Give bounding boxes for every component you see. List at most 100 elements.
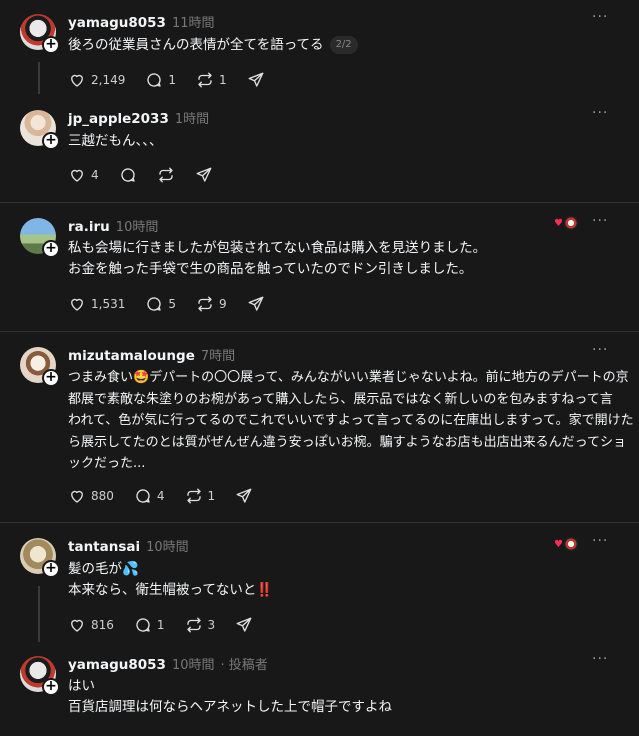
reply-count: 4 [156,489,165,503]
reply-icon [136,489,150,503]
more-icon[interactable]: ··· [592,651,608,667]
action-bar: 4 [68,165,233,185]
username[interactable]: tantansai [68,539,140,555]
share-icon [236,617,252,632]
avatar[interactable]: + [20,14,60,54]
post-line: われて、色が気に行ってるのでこれでいいですよって言ってるのに在庫出しますって。家… [68,413,634,428]
follow-plus-icon[interactable]: + [42,132,60,150]
author-liked-badge: ♥ [554,216,578,230]
share-button[interactable] [247,295,265,313]
post-line: 三越だもん、、、 [68,133,163,149]
repost-icon [158,167,173,183]
avatar[interactable]: + [20,538,60,578]
follow-plus-icon[interactable]: + [42,240,60,258]
like-count: 816 [91,618,114,632]
author-avatar-icon [563,537,578,551]
repost-count: 1 [207,489,216,503]
like-button[interactable]: 816 [68,616,114,634]
share-button[interactable] [195,166,213,184]
avatar[interactable]: + [20,656,60,696]
repost-button[interactable]: 3 [185,616,216,634]
post-text: 後ろの従業員さんの表情が全てを語ってる 2/2 [68,35,608,56]
follow-plus-icon[interactable]: + [42,369,60,387]
post-line: ら展示してたのとは質がぜんぜん違う安っぽいお椀。騙すようなお店も出店出来るんだっ… [68,434,626,450]
share-button[interactable] [235,487,253,505]
repost-button[interactable]: 9 [196,295,227,313]
repost-count: 9 [219,297,227,311]
post-line: 百貨店調理は何ならヘアネットした上で帽子ですよね [68,699,392,715]
action-bar: 1,531 5 9 [68,294,285,314]
more-icon[interactable]: ··· [592,342,608,358]
like-button[interactable]: 880 [68,487,114,505]
repost-count: 1 [219,73,227,87]
reply-count: 5 [168,297,176,311]
timestamp: 10時間 [146,540,189,555]
reply-button[interactable]: 1 [145,71,176,89]
username[interactable]: yamagu8053 [68,15,166,31]
username[interactable]: jp_apple2033 [68,111,169,127]
reply-icon [147,73,162,87]
reply-button[interactable]: 4 [134,487,165,505]
like-button[interactable]: 1,531 [68,295,125,313]
action-bar: 816 1 3 [68,615,273,635]
like-button[interactable]: 4 [68,166,99,184]
post-line: 本来なら、衛生帽被ってないと‼️ [68,582,274,598]
avatar[interactable]: + [20,218,60,258]
heart-icon [71,490,83,503]
like-button[interactable]: 2,149 [68,71,125,89]
share-icon [236,488,252,503]
share-button[interactable] [235,616,253,634]
follow-plus-icon[interactable]: + [42,678,60,696]
post-line: 私も会場に行きましたが包装されてない食品は購入を見送りました。 [68,240,487,256]
share-icon [196,167,212,182]
repost-count: 3 [207,618,216,632]
username[interactable]: ra.iru [68,219,110,235]
avatar[interactable]: + [20,347,60,387]
thread-connector [38,62,40,94]
thread-connector [38,586,40,642]
more-icon[interactable]: ··· [592,213,608,229]
reply-button[interactable]: 1 [134,616,165,634]
post-text: 私も会場に行きましたが包装されてない食品は購入を見送りました。 お金を触った手袋… [68,238,608,280]
post-line: 後ろの従業員さんの表情が全てを語ってる [68,37,324,53]
action-bar: 2,149 1 1 [68,70,285,90]
heart-icon: ♥ [554,538,563,550]
more-icon[interactable]: ··· [592,105,608,121]
like-count: 880 [91,489,114,503]
username[interactable]: yamagu8053 [68,657,166,673]
share-icon [248,72,264,87]
post-line: ックだった... [68,456,146,471]
timestamp: 1時間 [174,112,210,127]
more-icon[interactable]: ··· [592,533,608,549]
post-header: mizutamalounge 7時間 [68,345,235,364]
heart-icon [71,74,83,87]
repost-button[interactable]: 1 [196,71,227,89]
post-header: tantansai 10時間 [68,536,189,555]
post-line: はい [68,678,95,694]
username[interactable]: mizutamalounge [68,348,195,364]
reply-button[interactable]: 5 [145,295,176,313]
post-line: 髪の毛が💦 [68,561,139,577]
author-avatar-icon [563,216,578,230]
follow-plus-icon[interactable]: + [42,36,60,54]
repost-button[interactable]: 1 [185,487,216,505]
share-button[interactable] [247,71,265,89]
reply-count: 1 [156,618,165,632]
more-icon[interactable]: ··· [592,9,608,25]
follow-plus-icon[interactable]: + [42,560,60,578]
post-line: お金を触った手袋で生の商品を触っていたのでドン引きしました。 [68,261,473,277]
share-icon [248,296,264,311]
reply-count: 1 [168,73,176,87]
like-count: 1,531 [91,297,126,311]
reply-button[interactable] [119,166,137,184]
divider [0,331,639,332]
like-count: 2,149 [91,73,126,87]
post-text: つまみ食い🤩デパートの〇〇展って、みんながいい業者じゃないよね。前に地方のデパー… [68,367,634,475]
repost-button[interactable] [157,166,175,184]
action-bar: 880 4 1 [68,486,273,506]
post-header: yamagu8053 11時間 [68,12,214,31]
avatar[interactable]: + [20,110,60,150]
divider [0,202,639,203]
heart-icon [71,298,83,311]
post-header: yamagu8053 10時間 · 投稿者 [68,654,268,673]
